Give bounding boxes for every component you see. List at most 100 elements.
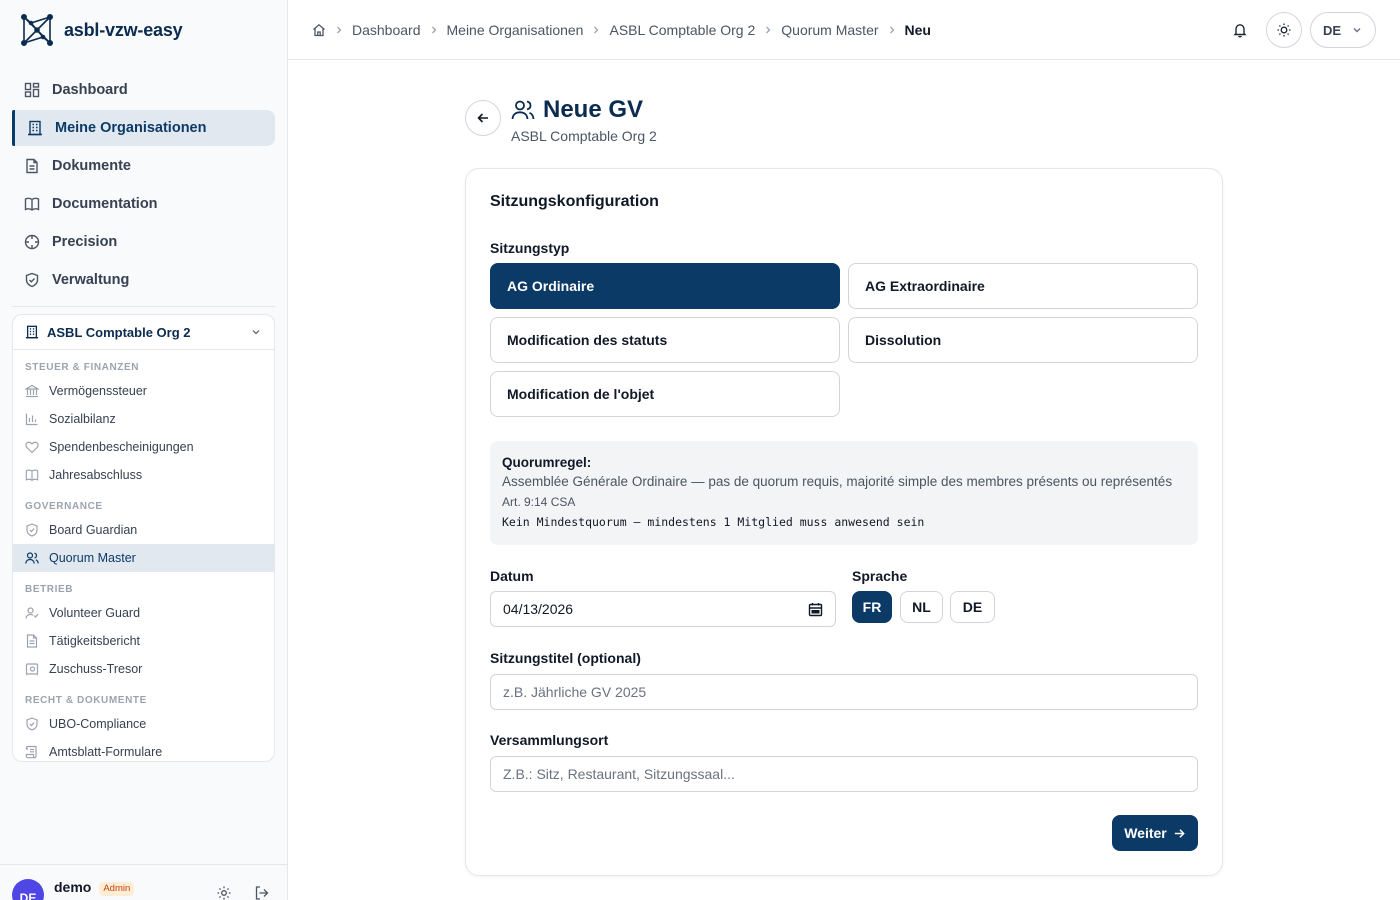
language-option-nl[interactable]: NL	[900, 591, 943, 623]
type-option-ag-ordinaire[interactable]: AG Ordinaire	[490, 263, 840, 309]
breadcrumb-item[interactable]: Quorum Master	[781, 22, 878, 38]
type-option-label: Dissolution	[865, 332, 942, 348]
language-option-fr[interactable]: FR	[852, 591, 892, 623]
sub-item-ubo-compliance[interactable]: UBO-Compliance	[13, 710, 274, 738]
scroll-icon	[25, 745, 39, 759]
avatar[interactable]: DE	[12, 879, 44, 900]
sun-icon	[1276, 22, 1292, 38]
sub-item-volunteer-guard[interactable]: Volunteer Guard	[13, 599, 274, 627]
users-icon	[511, 98, 535, 122]
sub-item-amtsblatt-formulare[interactable]: Amtsblatt-Formulare	[13, 738, 274, 761]
type-option-modification-statuts[interactable]: Modification des statuts	[490, 317, 840, 363]
page-header: Neue GV ASBL Comptable Org 2	[465, 96, 657, 144]
brand[interactable]: asbl-vzw-easy	[0, 0, 287, 60]
page-title: Neue GV	[543, 96, 644, 123]
chevron-down-icon	[250, 326, 262, 338]
settings-gear-icon[interactable]	[216, 885, 232, 900]
nav-item-documentation[interactable]: Documentation	[12, 186, 275, 222]
language-label: Sprache	[852, 568, 908, 584]
sub-item-label: Sozialbilanz	[49, 412, 116, 426]
chevron-right-icon	[334, 25, 344, 35]
page-subtitle: ASBL Comptable Org 2	[511, 128, 657, 144]
heart-icon	[25, 440, 39, 454]
chevron-right-icon	[887, 25, 897, 35]
breadcrumb-item[interactable]: ASBL Comptable Org 2	[609, 22, 755, 38]
nav-label: Documentation	[52, 196, 158, 212]
type-option-modification-objet[interactable]: Modification de l'objet	[490, 371, 840, 417]
breadcrumb-item[interactable]: Dashboard	[352, 22, 421, 38]
sub-item-zuschuss-tresor[interactable]: Zuschuss-Tresor	[13, 655, 274, 683]
next-button-label: Weiter	[1124, 825, 1167, 841]
org-panel: ASBL Comptable Org 2 STEUER & FINANZEN V…	[12, 314, 275, 762]
title-row: Neue GV	[511, 96, 657, 124]
logout-icon[interactable]	[254, 885, 270, 900]
chevron-right-icon	[591, 25, 601, 35]
network-logo-icon	[20, 13, 54, 47]
type-option-dissolution[interactable]: Dissolution	[848, 317, 1198, 363]
next-button[interactable]: Weiter	[1112, 815, 1198, 851]
session-title-input[interactable]	[490, 674, 1198, 710]
nav-item-precision[interactable]: Precision	[12, 224, 275, 260]
date-label: Datum	[490, 568, 534, 584]
type-option-ag-extraordinaire[interactable]: AG Extraordinaire	[848, 263, 1198, 309]
nav-item-verwaltung[interactable]: Verwaltung	[12, 262, 275, 298]
crosshair-icon	[24, 234, 40, 250]
nav-label: Verwaltung	[52, 272, 130, 288]
main-nav: Dashboard Meine Organisationen Dokumente…	[0, 60, 287, 307]
sub-item-spendenbescheinigungen[interactable]: Spendenbescheinigungen	[13, 433, 274, 461]
nav-divider	[12, 306, 275, 307]
sub-item-vermoegenssteuer[interactable]: Vermögenssteuer	[13, 377, 274, 405]
calendar-icon[interactable]	[808, 602, 823, 617]
arrow-left-icon	[476, 111, 490, 125]
chevron-down-icon	[1351, 24, 1363, 36]
quorum-rule-box: Quorumregel: Assemblée Générale Ordinair…	[490, 441, 1198, 545]
nav-item-dashboard[interactable]: Dashboard	[12, 72, 275, 108]
users-icon	[25, 551, 39, 565]
sub-item-quorum-master[interactable]: Quorum Master	[13, 544, 274, 572]
sidebar: asbl-vzw-easy Dashboard Meine Organisati…	[0, 0, 288, 900]
language-value: DE	[1322, 22, 1341, 38]
sub-item-label: Amtsblatt-Formulare	[49, 745, 163, 759]
org-selector[interactable]: ASBL Comptable Org 2	[13, 315, 274, 350]
nav-item-meine-organisationen[interactable]: Meine Organisationen	[12, 110, 275, 146]
dashboard-icon	[24, 82, 40, 98]
building-icon	[25, 325, 39, 339]
breadcrumb-current: Neu	[904, 21, 931, 38]
file-text-icon	[25, 634, 39, 648]
type-option-label: Modification des statuts	[507, 332, 668, 348]
theme-toggle-button[interactable]	[1265, 12, 1302, 48]
sub-item-label: Jahresabschluss	[49, 468, 143, 482]
quorum-description: Assemblée Générale Ordinaire — pas de qu…	[502, 474, 1173, 489]
topbar: Dashboard Meine Organisationen ASBL Comp…	[288, 0, 1400, 60]
location-input[interactable]	[490, 756, 1198, 792]
nav-item-dokumente[interactable]: Dokumente	[12, 148, 275, 184]
shield-check-icon	[24, 272, 40, 288]
org-name: ASBL Comptable Org 2	[47, 324, 191, 340]
session-type-label: Sitzungstyp	[490, 240, 570, 256]
breadcrumb-item[interactable]: Meine Organisationen	[447, 22, 584, 38]
sub-item-label: Tätigkeitsbericht	[49, 634, 141, 648]
chevron-right-icon	[429, 25, 439, 35]
language-select[interactable]: DE	[1309, 12, 1376, 48]
sub-item-board-guardian[interactable]: Board Guardian	[13, 516, 274, 544]
back-button[interactable]	[465, 100, 501, 136]
section-label-betrieb: BETRIEB	[25, 584, 74, 595]
notifications-button[interactable]	[1222, 12, 1258, 48]
location-label: Versammlungsort	[490, 732, 609, 748]
sub-item-jahresabschluss[interactable]: Jahresabschluss	[13, 461, 274, 489]
session-config-card: Sitzungskonfiguration Sitzungstyp AG Ord…	[465, 168, 1223, 876]
document-icon	[24, 158, 40, 174]
date-input[interactable]: 04/13/2026	[490, 591, 836, 627]
sub-item-sozialbilanz[interactable]: Sozialbilanz	[13, 405, 274, 433]
bank-icon	[25, 384, 39, 398]
home-icon[interactable]	[312, 23, 326, 37]
sub-item-taetigkeitsbericht[interactable]: Tätigkeitsbericht	[13, 627, 274, 655]
vault-icon	[25, 662, 39, 676]
language-option-de[interactable]: DE	[950, 591, 995, 623]
quorum-title: Quorumregel:	[502, 455, 592, 470]
card-title: Sitzungskonfiguration	[490, 193, 659, 210]
nav-label: Precision	[52, 234, 118, 250]
section-label-steuer: STEUER & FINANZEN	[25, 362, 140, 373]
session-title-label: Sitzungstitel (optional)	[490, 650, 641, 666]
section-label-recht: RECHT & DOKUMENTE	[25, 695, 147, 706]
